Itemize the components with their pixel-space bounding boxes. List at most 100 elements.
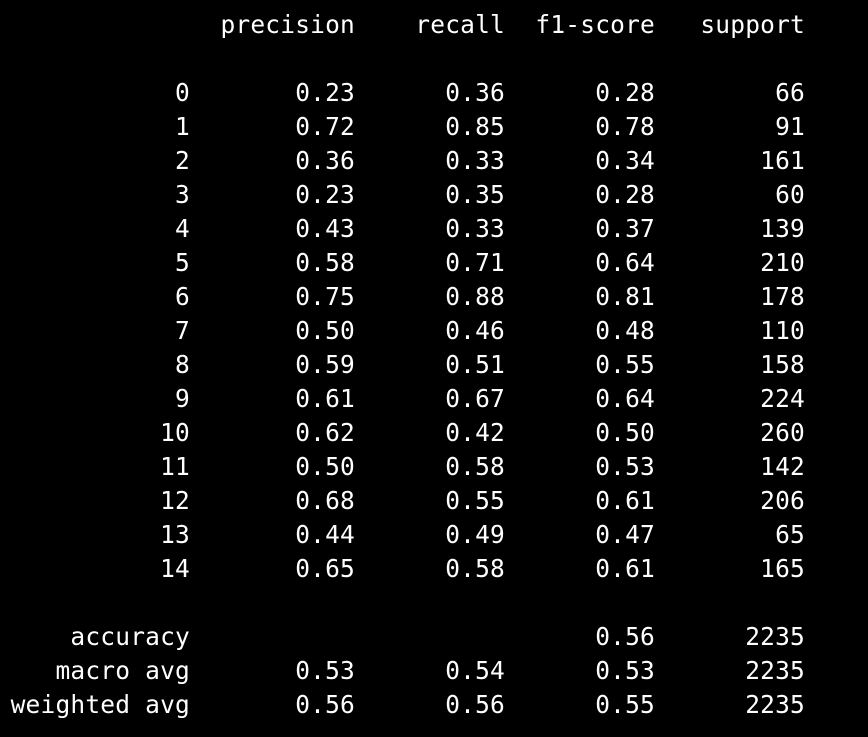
class-support-cell: 139 (760, 214, 805, 243)
class-label-cell: 1 (175, 112, 190, 141)
class-f1-score-cell: 0.34 (595, 146, 655, 175)
summary-support-cell: 2235 (745, 690, 805, 719)
class-row: 13 0.44 0.49 0.47 65 (0, 518, 868, 552)
class-label-cell: 7 (175, 316, 190, 345)
summary-label-cell: accuracy (70, 622, 190, 651)
class-recall-cell: 0.71 (445, 248, 505, 277)
class-row: 14 0.65 0.58 0.61 165 (0, 552, 868, 586)
class-support-cell: 206 (760, 486, 805, 515)
summary-label-cell: weighted avg (10, 690, 190, 719)
class-row: 12 0.68 0.55 0.61 206 (0, 484, 868, 518)
class-recall-cell: 0.88 (445, 282, 505, 311)
class-recall-cell: 0.58 (445, 554, 505, 583)
class-f1-score-cell: 0.53 (595, 452, 655, 481)
class-support-cell: 210 (760, 248, 805, 277)
class-recall-cell: 0.42 (445, 418, 505, 447)
class-recall-cell: 0.67 (445, 384, 505, 413)
class-label-cell: 8 (175, 350, 190, 379)
class-f1-score-cell: 0.81 (595, 282, 655, 311)
summary-recall-cell: 0.54 (445, 656, 505, 685)
class-row: 8 0.59 0.51 0.55 158 (0, 348, 868, 382)
class-row: 0 0.23 0.36 0.28 66 (0, 76, 868, 110)
class-row: 6 0.75 0.88 0.81 178 (0, 280, 868, 314)
class-support-cell: 178 (760, 282, 805, 311)
class-f1-score-cell: 0.48 (595, 316, 655, 345)
class-recall-cell: 0.49 (445, 520, 505, 549)
header-f1-score: f1-score (535, 10, 655, 39)
class-label-cell: 9 (175, 384, 190, 413)
class-precision-cell: 0.68 (295, 486, 355, 515)
class-precision-cell: 0.62 (295, 418, 355, 447)
class-f1-score-cell: 0.28 (595, 78, 655, 107)
class-precision-cell: 0.59 (295, 350, 355, 379)
header-support: support (700, 10, 805, 39)
class-f1-score-cell: 0.37 (595, 214, 655, 243)
class-support-cell: 110 (760, 316, 805, 345)
class-precision-cell: 0.75 (295, 282, 355, 311)
class-support-cell: 60 (775, 180, 805, 209)
summary-row: weighted avg 0.56 0.56 0.55 2235 (0, 688, 868, 722)
class-row: 9 0.61 0.67 0.64 224 (0, 382, 868, 416)
class-support-cell: 224 (760, 384, 805, 413)
class-row: 11 0.50 0.58 0.53 142 (0, 450, 868, 484)
class-recall-cell: 0.35 (445, 180, 505, 209)
class-recall-cell: 0.51 (445, 350, 505, 379)
class-support-cell: 66 (775, 78, 805, 107)
class-label-cell: 2 (175, 146, 190, 175)
class-support-cell: 158 (760, 350, 805, 379)
class-f1-score-cell: 0.61 (595, 554, 655, 583)
class-row: 7 0.50 0.46 0.48 110 (0, 314, 868, 348)
class-recall-cell: 0.55 (445, 486, 505, 515)
class-support-cell: 91 (775, 112, 805, 141)
class-precision-cell: 0.23 (295, 180, 355, 209)
class-precision-cell: 0.72 (295, 112, 355, 141)
class-row: 4 0.43 0.33 0.37 139 (0, 212, 868, 246)
class-support-cell: 260 (760, 418, 805, 447)
class-precision-cell: 0.61 (295, 384, 355, 413)
class-row: 5 0.58 0.71 0.64 210 (0, 246, 868, 280)
class-precision-cell: 0.23 (295, 78, 355, 107)
class-label-cell: 0 (175, 78, 190, 107)
summary-row: macro avg 0.53 0.54 0.53 2235 (0, 654, 868, 688)
class-recall-cell: 0.46 (445, 316, 505, 345)
header-precision: precision (220, 10, 355, 39)
summary-f1-score-cell: 0.53 (595, 656, 655, 685)
class-row: 10 0.62 0.42 0.50 260 (0, 416, 868, 450)
class-label-cell: 4 (175, 214, 190, 243)
class-recall-cell: 0.33 (445, 146, 505, 175)
summary-recall-cell: 0.56 (445, 690, 505, 719)
summary-precision-cell (200, 620, 355, 654)
class-label-cell: 12 (160, 486, 190, 515)
class-support-cell: 165 (760, 554, 805, 583)
class-precision-cell: 0.65 (295, 554, 355, 583)
class-recall-cell: 0.36 (445, 78, 505, 107)
class-row: 2 0.36 0.33 0.34 161 (0, 144, 868, 178)
classification-report: precision recall f1-score support 0 0.23 0… (0, 0, 868, 737)
summary-label-cell: macro avg (55, 656, 190, 685)
class-label-cell: 5 (175, 248, 190, 277)
class-support-cell: 142 (760, 452, 805, 481)
class-support-cell: 161 (760, 146, 805, 175)
class-recall-cell: 0.33 (445, 214, 505, 243)
class-support-cell: 65 (775, 520, 805, 549)
summary-f1-score-cell: 0.55 (595, 690, 655, 719)
header-row: precision recall f1-score support (0, 8, 868, 42)
class-f1-score-cell: 0.78 (595, 112, 655, 141)
class-label-cell: 14 (160, 554, 190, 583)
class-f1-score-cell: 0.61 (595, 486, 655, 515)
summary-precision-cell: 0.53 (295, 656, 355, 685)
class-f1-score-cell: 0.55 (595, 350, 655, 379)
class-precision-cell: 0.58 (295, 248, 355, 277)
class-precision-cell: 0.50 (295, 316, 355, 345)
class-label-cell: 13 (160, 520, 190, 549)
class-row: 1 0.72 0.85 0.78 91 (0, 110, 868, 144)
class-precision-cell: 0.44 (295, 520, 355, 549)
class-label-cell: 10 (160, 418, 190, 447)
summary-row: accuracy 0.56 2235 (0, 620, 868, 654)
class-f1-score-cell: 0.64 (595, 248, 655, 277)
class-row: 3 0.23 0.35 0.28 60 (0, 178, 868, 212)
class-f1-score-cell: 0.47 (595, 520, 655, 549)
summary-recall-cell (355, 620, 505, 654)
class-recall-cell: 0.58 (445, 452, 505, 481)
class-precision-cell: 0.43 (295, 214, 355, 243)
